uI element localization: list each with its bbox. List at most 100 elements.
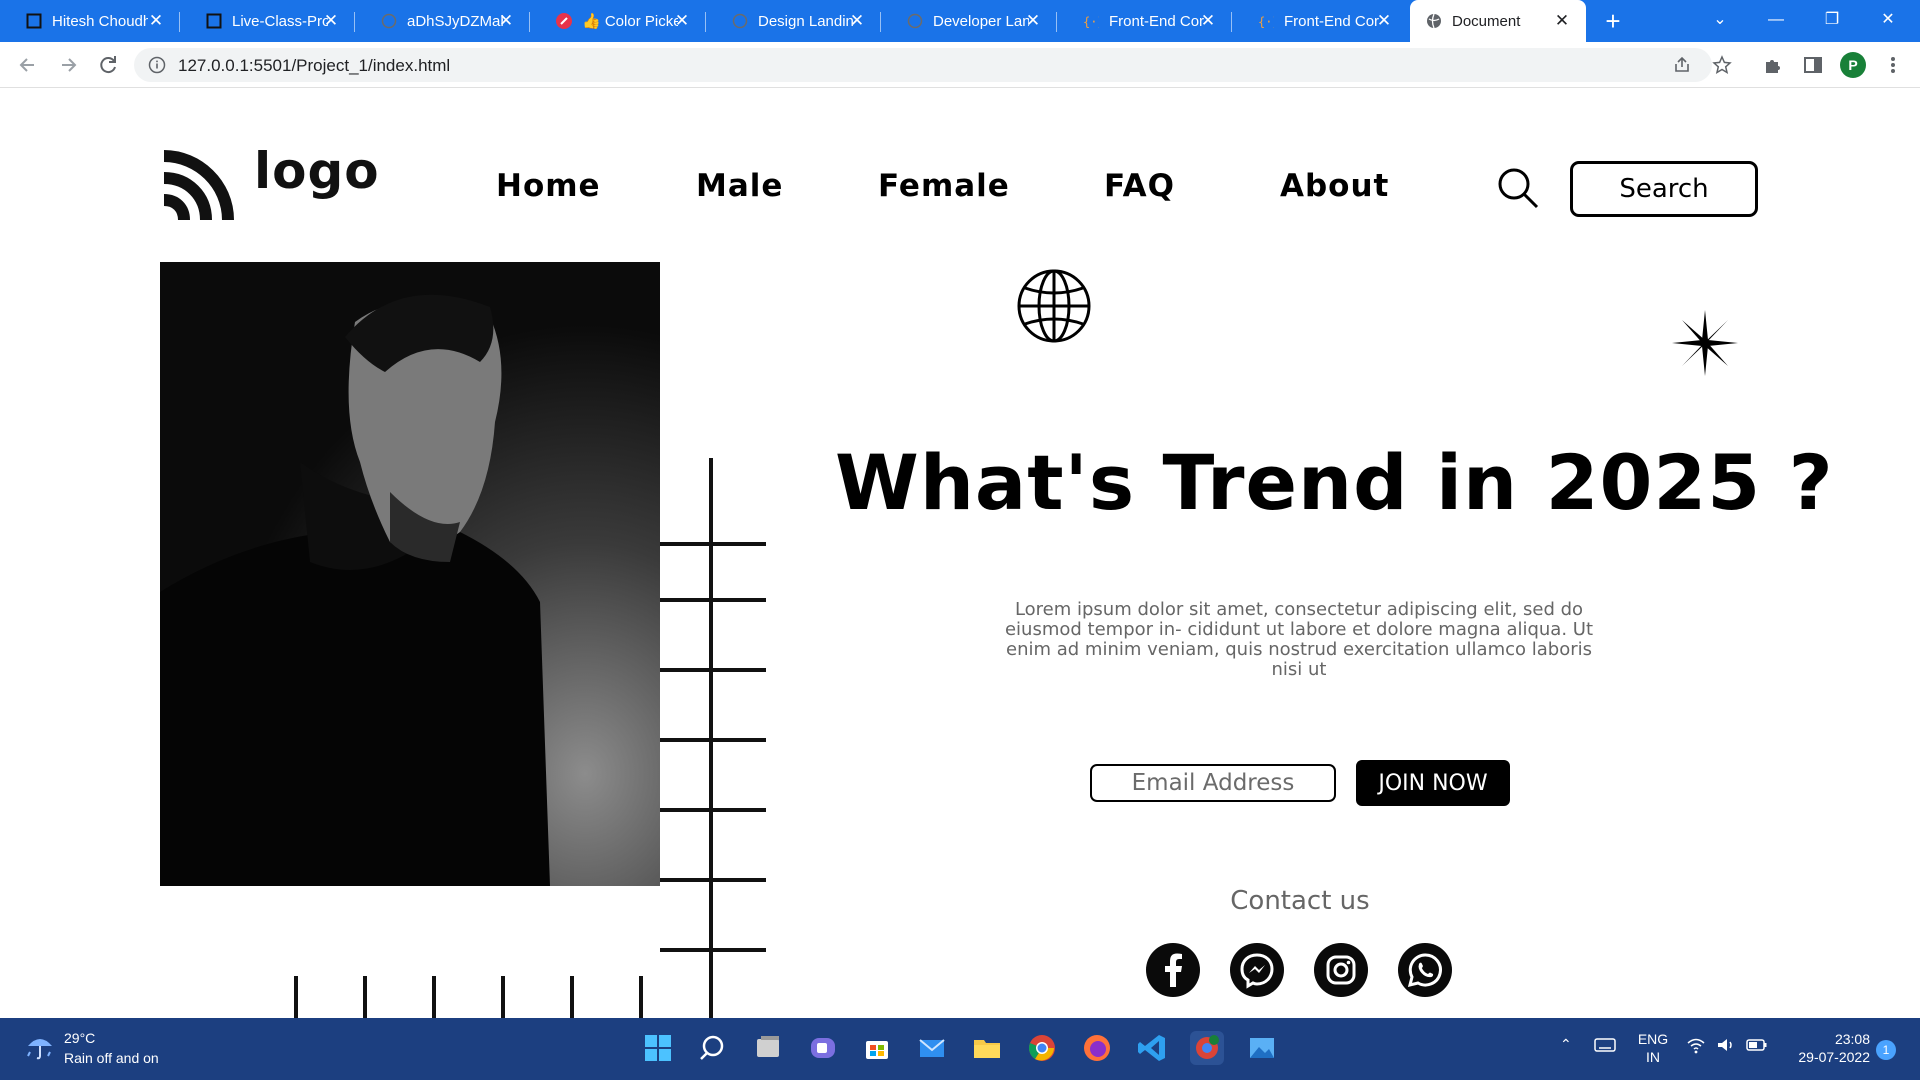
hero-description: Lorem ipsum dolor sit amet, consectetur … [1004, 599, 1594, 680]
notification-badge[interactable]: 1 [1876, 1040, 1896, 1060]
rain-umbrella-icon[interactable] [24, 1032, 56, 1062]
minimize-button[interactable]: — [1748, 0, 1804, 42]
tab-title: aDhSJyDZMah [407, 12, 503, 30]
search-icon[interactable] [695, 1031, 729, 1065]
battery-icon[interactable] [1746, 1036, 1768, 1054]
close-icon[interactable]: ✕ [146, 11, 166, 31]
nav-female[interactable]: Female [878, 168, 1010, 204]
tab-adhs[interactable]: aDhSJyDZMah ✕ [355, 0, 530, 42]
join-now-button[interactable]: JOIN NOW [1356, 760, 1510, 806]
address-bar[interactable]: 127.0.0.1:5501/Project_1/index.html [134, 48, 1732, 82]
close-window-button[interactable]: ✕ [1860, 0, 1916, 42]
tab-frontend-1[interactable]: {·} Front-End Cor ✕ [1057, 0, 1232, 42]
tab-live-class[interactable]: Live-Class-Pro ✕ [180, 0, 355, 42]
reload-icon[interactable] [94, 51, 122, 79]
nav-faq[interactable]: FAQ [1104, 168, 1175, 204]
instagram-icon[interactable] [1314, 943, 1368, 997]
color-picker-icon [556, 13, 572, 29]
close-icon[interactable]: ✕ [847, 11, 867, 31]
tab-color-picker[interactable]: 👍 Color Picke ✕ [530, 0, 706, 42]
profile-avatar[interactable]: P [1840, 52, 1866, 78]
facebook-icon[interactable] [1146, 943, 1200, 997]
wifi-icon[interactable] [1686, 1036, 1706, 1054]
tab-title: Document [1452, 12, 1521, 30]
logo-icon [163, 150, 234, 221]
system-clock[interactable]: 23:08 29-07-2022 [1778, 1030, 1870, 1066]
tab-title: 👍 Color Picke [582, 13, 678, 30]
browser-tab-bar: Hitesh Choudh ✕ Live-Class-Pro ✕ aDhSJyD… [0, 0, 1920, 42]
tab-title: Front-End Cor [1284, 12, 1380, 30]
svg-text:{·}: {·} [1083, 15, 1099, 29]
firefox-icon[interactable] [1080, 1031, 1114, 1065]
sparkle-icon [1672, 310, 1738, 376]
globe-icon [1017, 269, 1091, 343]
vscode-icon[interactable] [1135, 1031, 1169, 1065]
bookmark-star-icon[interactable] [1712, 55, 1732, 75]
web-page: logo Home Male Female FAQ About Search W… [0, 88, 1920, 1018]
contact-us-heading: Contact us [1230, 886, 1370, 916]
restore-button[interactable]: ❐ [1804, 0, 1860, 42]
search-icon[interactable] [1496, 166, 1540, 210]
globe-icon [732, 13, 748, 29]
tab-title: Hitesh Choudh [52, 12, 148, 30]
search-button[interactable]: Search [1570, 161, 1758, 217]
close-icon[interactable]: ✕ [321, 11, 341, 31]
close-icon[interactable]: ✕ [672, 11, 692, 31]
close-icon[interactable]: ✕ [1198, 11, 1218, 31]
nav-male[interactable]: Male [696, 168, 783, 204]
logo-text[interactable]: logo [254, 142, 380, 200]
nav-home[interactable]: Home [496, 168, 601, 204]
page-icon [206, 13, 222, 29]
mail-icon[interactable] [915, 1031, 949, 1065]
close-icon[interactable]: ✕ [1374, 11, 1394, 31]
photos-icon[interactable] [1245, 1031, 1279, 1065]
more-menu-icon[interactable] [1882, 54, 1904, 76]
close-icon[interactable]: ✕ [496, 11, 516, 31]
file-explorer-icon[interactable] [970, 1031, 1004, 1065]
forward-arrow-icon[interactable] [54, 51, 82, 79]
keyboard-icon[interactable] [1594, 1036, 1616, 1054]
tab-search-chevron-icon[interactable]: ⌄ [1692, 0, 1748, 42]
tab-hitesh[interactable]: Hitesh Choudh ✕ [0, 0, 180, 42]
task-view-icon[interactable] [751, 1031, 785, 1065]
messenger-icon[interactable] [1230, 943, 1284, 997]
tab-document[interactable]: Document ✕ [1410, 0, 1586, 42]
tab-title: Front-End Cor [1109, 12, 1205, 30]
clock-time: 23:08 [1834, 1031, 1870, 1047]
windows-start-icon[interactable] [641, 1031, 675, 1065]
weather-description[interactable]: Rain off and on [64, 1050, 159, 1066]
weather-temperature[interactable]: 29°C [64, 1030, 95, 1046]
code-braces-icon: {·} [1258, 15, 1274, 29]
extensions-puzzle-icon[interactable] [1762, 54, 1784, 76]
side-panel-icon[interactable] [1802, 54, 1824, 76]
close-icon[interactable]: ✕ [1552, 11, 1572, 31]
tab-frontend-2[interactable]: {·} Front-End Cor ✕ [1232, 0, 1408, 42]
url-text[interactable]: 127.0.0.1:5501/Project_1/index.html [178, 56, 450, 76]
share-icon[interactable] [1672, 55, 1692, 75]
new-tab-button[interactable]: + [1598, 6, 1628, 36]
volume-icon[interactable] [1716, 1036, 1736, 1054]
page-icon [26, 13, 42, 29]
show-hidden-icons-chevron-icon[interactable]: ⌃ [1560, 1036, 1572, 1053]
taskbar: 29°C Rain off and on ⌃ ENG IN 23:08 29-0… [0, 1018, 1920, 1080]
whatsapp-icon[interactable] [1398, 943, 1452, 997]
teams-chat-icon[interactable] [806, 1031, 840, 1065]
browser-toolbar: 127.0.0.1:5501/Project_1/index.html [0, 42, 1920, 88]
microsoft-store-icon[interactable] [860, 1031, 894, 1065]
close-icon[interactable]: ✕ [1023, 11, 1043, 31]
language-region: IN [1646, 1049, 1660, 1065]
chrome-profile-icon[interactable] [1190, 1031, 1224, 1065]
back-arrow-icon[interactable] [14, 51, 42, 79]
tab-title: Live-Class-Pro [232, 12, 328, 30]
tab-developer-landing[interactable]: Developer Lan ✕ [881, 0, 1057, 42]
svg-text:{·}: {·} [1258, 15, 1274, 29]
language-indicator[interactable]: ENG IN [1636, 1030, 1670, 1066]
nav-about[interactable]: About [1280, 168, 1389, 204]
decorative-grid [294, 458, 766, 1018]
tab-design-landing[interactable]: Design Landin ✕ [706, 0, 881, 42]
email-field[interactable] [1090, 764, 1336, 802]
language-code: ENG [1637, 1031, 1669, 1047]
info-icon[interactable] [148, 56, 166, 74]
chrome-icon[interactable] [1025, 1031, 1059, 1065]
tab-title: Developer Lan [933, 12, 1029, 30]
